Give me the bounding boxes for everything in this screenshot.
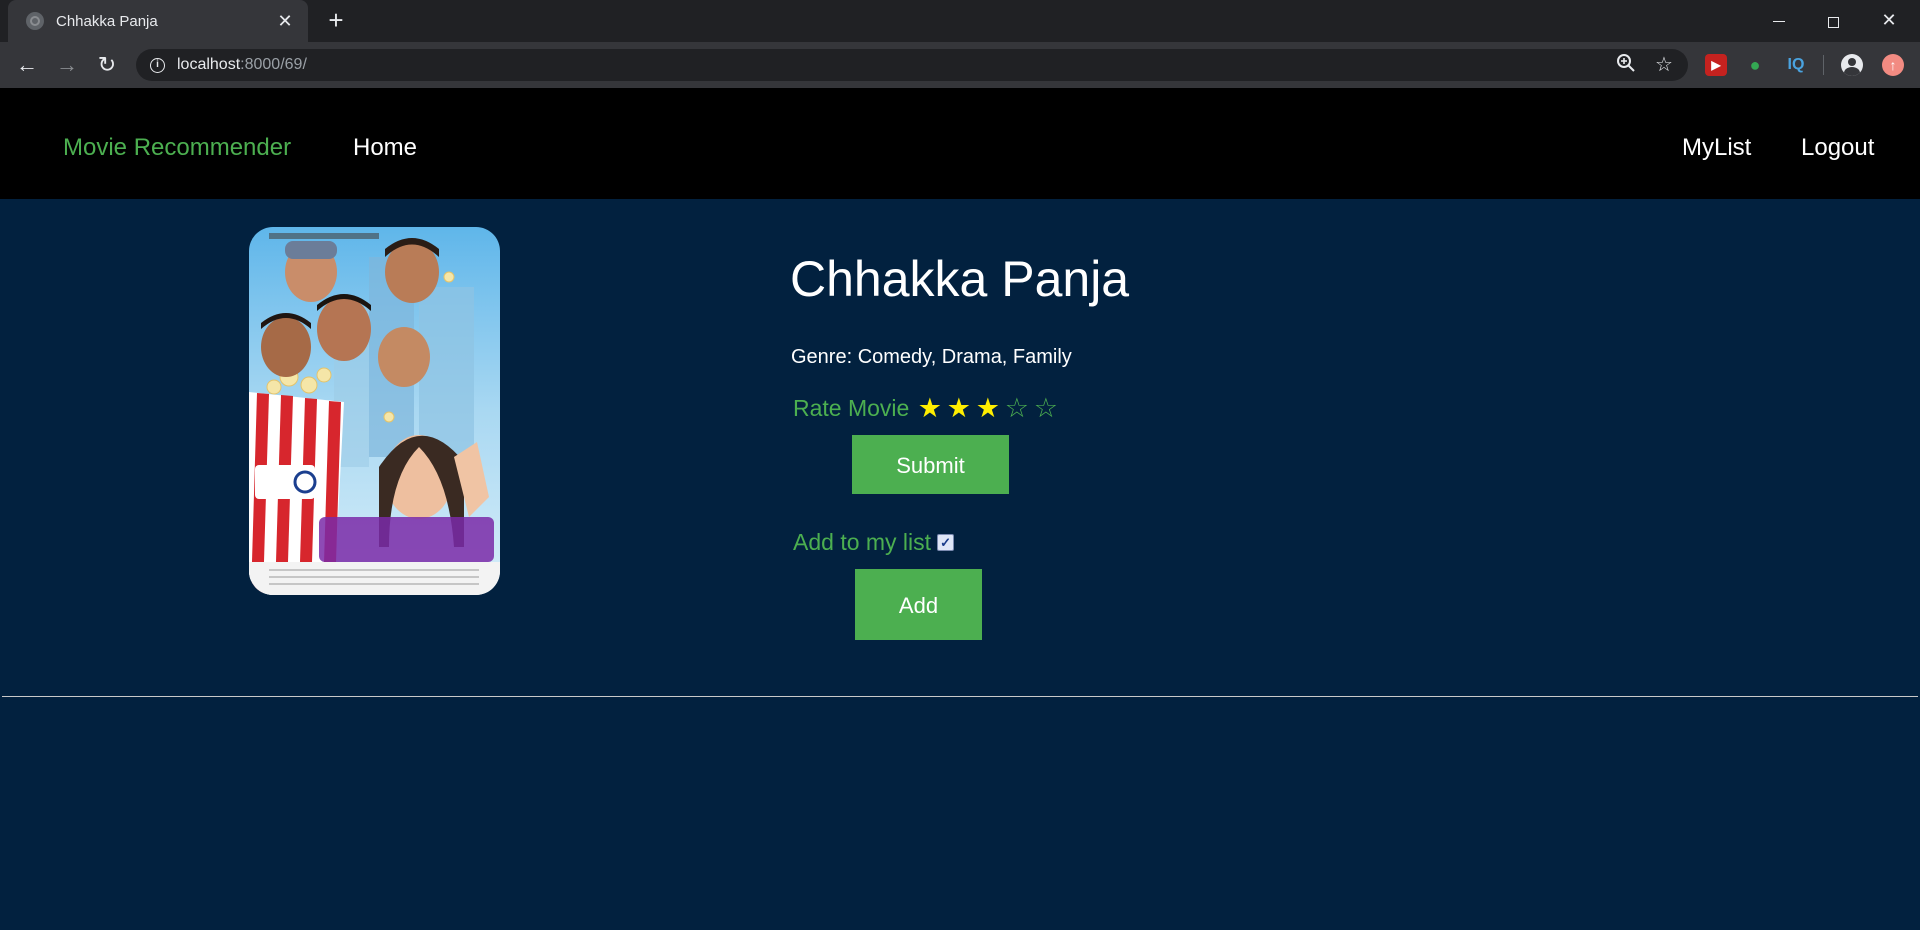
browser-toolbar: ← → ↻ i localhost:8000/69/ ☆ ▶ ● IQ ↑ (0, 42, 1920, 88)
brand-link[interactable]: Movie Recommender (63, 134, 291, 162)
globe-icon (26, 12, 44, 30)
back-arrow-icon[interactable]: ← (13, 51, 41, 79)
nav-home-link[interactable]: Home (353, 134, 417, 162)
add-to-list-row: Add to my list ✓ (793, 528, 955, 556)
movie-poster (249, 227, 500, 595)
star-3-icon[interactable]: ★ (973, 393, 1002, 423)
forward-arrow-icon[interactable]: → (53, 51, 81, 79)
bookmark-star-icon[interactable]: ☆ (1652, 53, 1676, 77)
extension-red-icon[interactable]: ▶ (1705, 54, 1727, 76)
update-icon[interactable]: ↑ (1882, 54, 1904, 76)
zoom-icon[interactable] (1614, 53, 1638, 77)
new-tab-icon[interactable]: + (322, 7, 350, 35)
nav-logout-link[interactable]: Logout (1801, 134, 1874, 162)
close-window-icon[interactable]: ✕ (1866, 0, 1912, 42)
movie-genre: Genre: Comedy, Drama, Family (791, 346, 1072, 368)
reload-icon[interactable]: ↻ (93, 51, 121, 79)
horizontal-divider (2, 696, 1918, 697)
site-navbar: Movie Recommender Home MyList Logout (0, 88, 1920, 199)
tab-title: Chhakka Panja (56, 12, 158, 30)
site-info-icon[interactable]: i (150, 57, 165, 73)
minimize-window-icon[interactable] (1756, 0, 1802, 42)
profile-avatar-icon[interactable] (1841, 54, 1863, 76)
extension-globe-icon[interactable]: ● (1744, 54, 1766, 76)
nav-mylist-link[interactable]: MyList (1682, 134, 1751, 162)
browser-tabstrip: Chhakka Panja ✕ + ✕ (0, 0, 1920, 42)
rating-row: Rate Movie ★ ★ ★ ☆ ☆ (793, 393, 1060, 423)
address-bar[interactable]: i localhost:8000/69/ ☆ (136, 49, 1688, 81)
browser-tab[interactable]: Chhakka Panja ✕ (8, 0, 308, 42)
star-2-icon[interactable]: ★ (944, 393, 973, 423)
url-host: localhost (177, 56, 241, 73)
restore-window-icon[interactable] (1810, 0, 1856, 42)
close-tab-icon[interactable]: ✕ (274, 11, 296, 32)
url-path: :8000/69/ (240, 56, 307, 73)
movie-title: Chhakka Panja (790, 251, 1130, 307)
star-5-icon[interactable]: ☆ (1031, 393, 1060, 423)
toolbar-divider (1823, 55, 1824, 75)
submit-rating-button[interactable]: Submit (852, 435, 1009, 494)
extension-iq-icon[interactable]: IQ (1785, 54, 1807, 76)
add-to-list-label: Add to my list (793, 528, 932, 555)
add-to-list-checkbox[interactable]: ✓ (937, 533, 955, 551)
star-1-icon[interactable]: ★ (915, 393, 944, 423)
star-4-icon[interactable]: ☆ (1002, 393, 1031, 423)
rate-movie-label: Rate Movie (793, 394, 910, 421)
add-to-list-button[interactable]: Add (855, 569, 982, 640)
